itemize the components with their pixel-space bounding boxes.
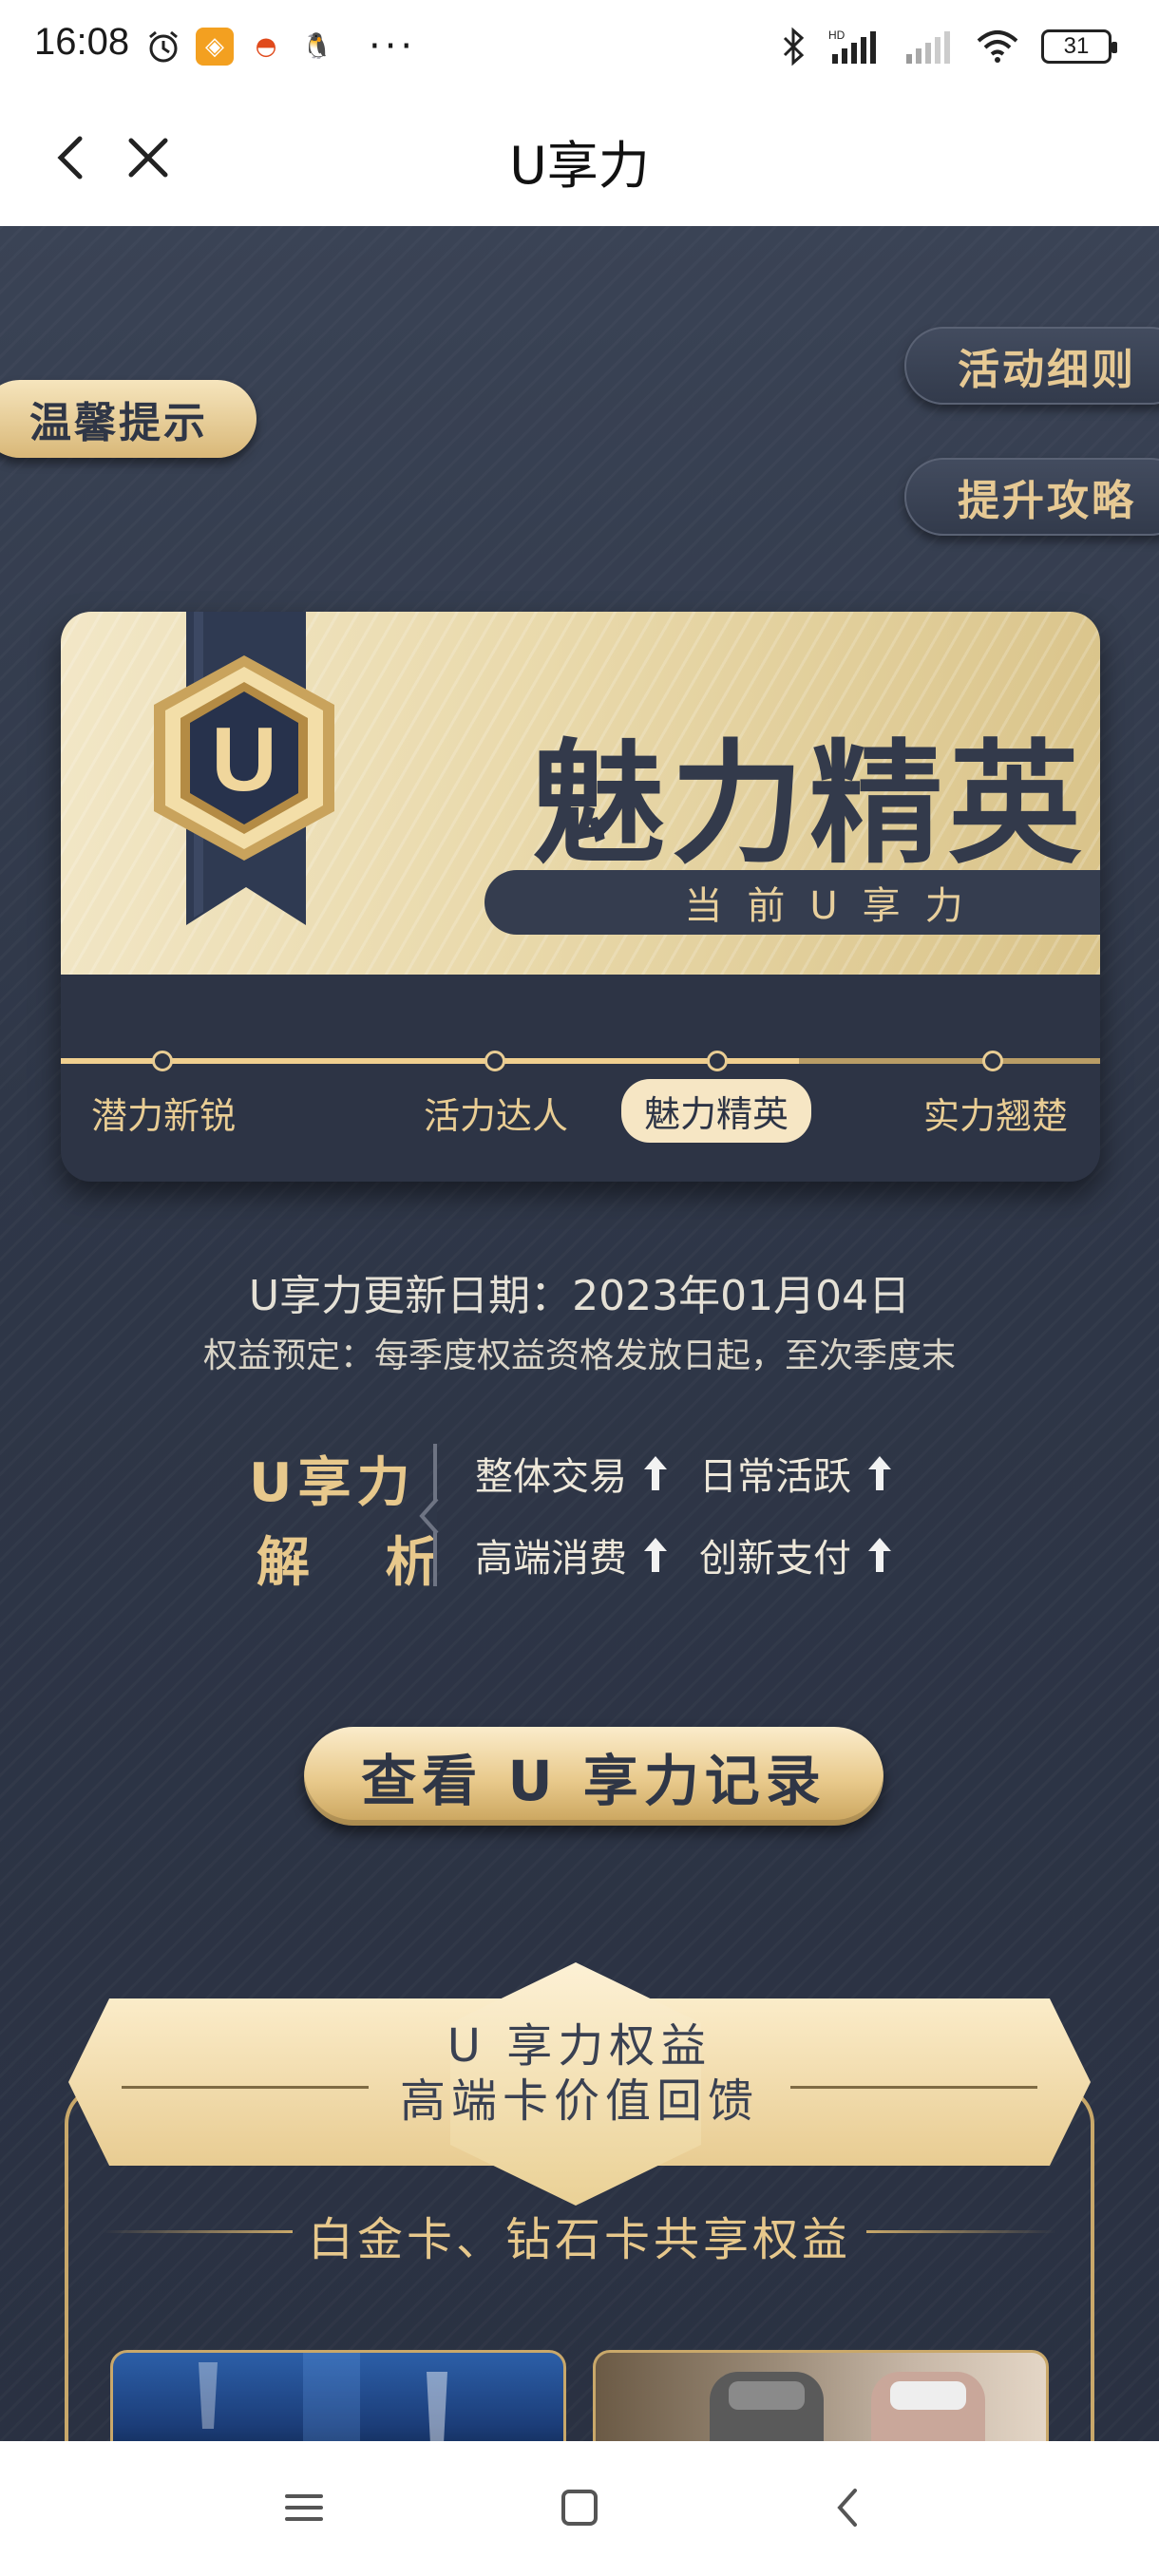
level-node [707,1051,728,1071]
system-nav-bar [0,2441,1159,2576]
analysis-item-label: 高端消费 [475,1537,627,1581]
arrow-up-icon [644,1456,667,1490]
alarm-icon [149,30,178,63]
more-dots-icon: ··· [369,25,417,68]
dining-benefit-image[interactable] [110,2350,566,2441]
system-status-icons: HD 31 [779,27,1117,66]
app-orange-icon: ◈ [196,28,234,66]
app-red-icon: ◓ [247,28,285,66]
analysis-item-label: 日常活跃 [699,1455,851,1499]
view-record-button[interactable]: 查看 U 享力记录 [304,1727,884,1826]
analysis-item-label: 创新支付 [699,1537,851,1581]
qq-icon: 🐧 [298,28,336,66]
level-label-charm-active: 魅力精英 [621,1079,812,1143]
level-node [484,1051,505,1071]
analysis-item-innovative: 创新支付 [699,1527,895,1582]
back-nav-icon[interactable] [821,2479,878,2536]
level-node [982,1051,1003,1071]
signal-weak-icon [906,31,950,64]
main-content: 温馨提示 活动细则 提升攻略 U 魅力精英 当前U享力 潜力新锐 活力达人 魅力… [0,226,1159,2441]
arrow-up-icon [644,1538,667,1572]
status-bar: 16:08 ◈ ◓ 🐧 ··· HD 31 [0,0,1159,95]
bluetooth-icon [783,27,805,66]
benefits-subtitle: 高端卡价值回馈 [399,2074,759,2128]
update-date: U享力更新日期：2023年01月04日 [248,1272,911,1320]
signal-icon: HD [828,28,876,64]
level-progress-track [61,1058,1100,1064]
travel-benefit-image[interactable] [593,2350,1049,2441]
rights-note: 权益预定：每季度权益资格发放日起，至次季度末 [202,1336,956,1375]
analysis-item-overall: 整体交易 [475,1446,671,1501]
top-nav-bar: U享力 [0,95,1159,226]
level-label-strength: 实力翘楚 [923,1095,1069,1137]
current-level-pill: 当前U享力 [484,870,1100,935]
wifi-icon [977,30,1018,63]
analysis-title-1: U享力 [249,1452,416,1514]
upgrade-strategy-button[interactable]: 提升攻略 [904,458,1159,536]
menu-icon[interactable] [276,2479,332,2536]
svg-text:HD: HD [828,28,846,42]
arrow-up-icon [868,1538,891,1572]
status-time: 16:08 [34,21,130,63]
u-badge-icon: U [154,655,334,861]
tips-button[interactable]: 温馨提示 [0,380,256,458]
activity-rules-button[interactable]: 活动细则 [904,327,1159,405]
arrow-up-icon [868,1456,891,1490]
page-title: U享力 [509,136,650,196]
notification-icons: ◈ ◓ 🐧 ··· [144,25,416,68]
analysis-item-premium: 高端消费 [475,1527,671,1582]
home-icon[interactable] [551,2479,608,2536]
seat-icon [710,2372,985,2441]
level-node [152,1051,173,1071]
level-card: U 魅力精英 当前U享力 潜力新锐 活力达人 魅力精英 实力翘楚 [61,612,1100,1182]
badge-letter: U [211,709,276,810]
wine-glass-icon [199,2353,447,2441]
analysis-item-label: 整体交易 [475,1455,627,1499]
level-label-vitality: 活力达人 [424,1095,569,1137]
battery-icon: 31 [1041,29,1117,64]
chevron-left-icon [419,1497,439,1535]
current-level-name: 魅力精英 [532,727,1088,882]
analysis-item-active: 日常活跃 [699,1446,895,1501]
shared-benefits-title: 白金卡、钻石卡共享权益 [307,2213,851,2266]
level-label-potential: 潜力新锐 [91,1095,237,1137]
